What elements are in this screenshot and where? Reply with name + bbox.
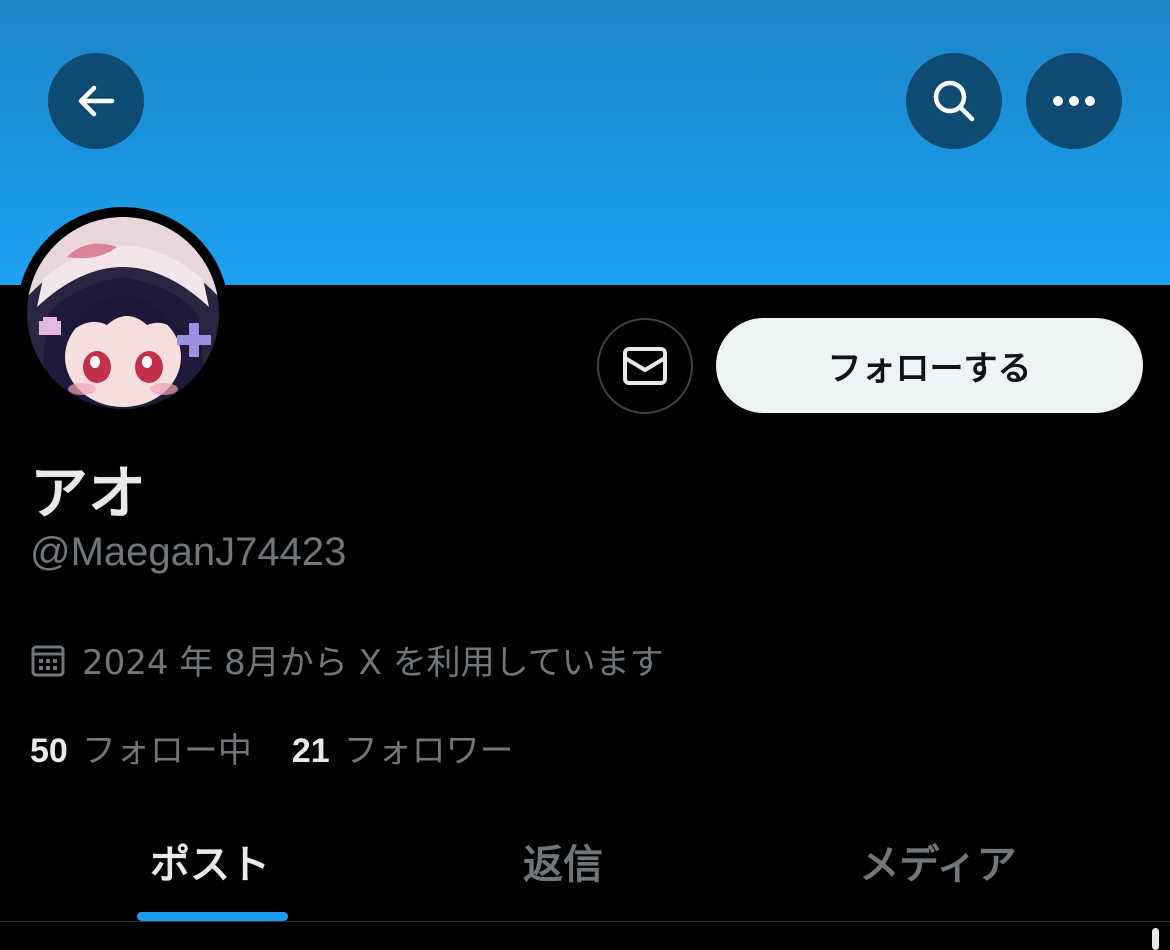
search-icon bbox=[933, 80, 975, 122]
follow-button[interactable]: フォローする bbox=[716, 318, 1143, 413]
followers-count: 21 bbox=[291, 732, 330, 770]
arrow-left-icon bbox=[78, 85, 115, 117]
profile-tabs: ポスト 返信 メディア bbox=[0, 800, 1170, 922]
avatar-image bbox=[27, 217, 219, 409]
display-name: アオ bbox=[30, 459, 147, 527]
following-count: 50 bbox=[30, 732, 68, 770]
following-label: フォロー中 bbox=[81, 731, 252, 771]
tab-media[interactable]: メディア bbox=[788, 800, 1088, 922]
followers-link[interactable]: 21 フォロワー bbox=[292, 723, 514, 772]
followers-label: フォロワー bbox=[343, 731, 514, 771]
join-date-text: 2024 年 8月から X を利用しています bbox=[82, 643, 664, 683]
message-button[interactable] bbox=[597, 318, 693, 414]
search-button[interactable] bbox=[906, 53, 1002, 149]
join-date: 2024 年 8月から X を利用しています bbox=[30, 635, 664, 684]
tab-replies[interactable]: 返信 bbox=[413, 800, 713, 922]
profile-page: フォローする アオ @MaeganJ74423 2024 年 8月から X を利… bbox=[0, 0, 1170, 950]
scrollbar[interactable] bbox=[1152, 928, 1159, 950]
calendar-icon bbox=[31, 645, 65, 676]
tab-posts[interactable]: ポスト bbox=[60, 800, 360, 922]
avatar[interactable] bbox=[17, 207, 229, 419]
back-button[interactable] bbox=[48, 53, 144, 149]
username-handle: @MaeganJ74423 bbox=[30, 530, 347, 574]
following-link[interactable]: 50 フォロー中 bbox=[30, 723, 252, 772]
envelope-icon bbox=[623, 347, 667, 385]
more-button[interactable] bbox=[1026, 53, 1122, 149]
active-tab-indicator bbox=[137, 912, 288, 921]
more-horizontal-icon bbox=[1053, 96, 1095, 106]
follow-stats: 50 フォロー中 21 フォロワー bbox=[30, 723, 514, 772]
